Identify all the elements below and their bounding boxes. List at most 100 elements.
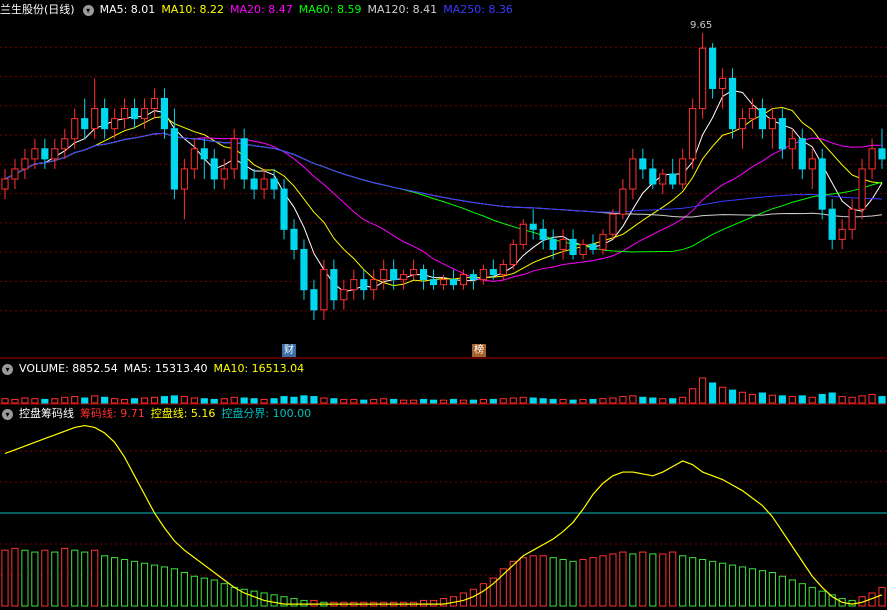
control-bar bbox=[758, 570, 767, 607]
control-bar bbox=[479, 583, 487, 607]
chip-line-label: 筹码线: 9.71 bbox=[80, 407, 145, 420]
volume-bar bbox=[609, 397, 617, 404]
volume-bar bbox=[559, 398, 567, 404]
ma120-line bbox=[4, 132, 883, 218]
candle-body bbox=[778, 118, 786, 150]
control-bar bbox=[788, 579, 796, 607]
control-bar bbox=[778, 575, 786, 607]
control-bar bbox=[429, 599, 438, 607]
stock-name[interactable]: 兰生股份(日线) bbox=[0, 2, 75, 18]
ma250-line bbox=[4, 132, 883, 213]
control-bar bbox=[310, 599, 318, 607]
ma-toggle-icon[interactable]: ▾ bbox=[82, 4, 94, 16]
ma20-line bbox=[4, 132, 883, 282]
volume-bar bbox=[449, 398, 458, 404]
control-bar bbox=[31, 551, 39, 607]
volume-bar bbox=[91, 395, 99, 404]
candle-body bbox=[509, 243, 517, 266]
candle-body bbox=[439, 279, 448, 286]
control-bar bbox=[439, 598, 448, 607]
volume-toggle-icon[interactable]: ▾ bbox=[2, 363, 13, 375]
candle-body bbox=[340, 289, 348, 301]
candle-body bbox=[140, 108, 149, 120]
candle-body bbox=[91, 108, 99, 130]
candle-body bbox=[11, 168, 19, 180]
candle-body bbox=[559, 238, 567, 250]
candle-body bbox=[519, 223, 527, 245]
control-bar bbox=[619, 551, 627, 607]
control-bar bbox=[170, 568, 178, 607]
control-bar bbox=[290, 598, 298, 607]
control-bar bbox=[101, 555, 109, 607]
volume-bar bbox=[439, 399, 448, 404]
candle-body bbox=[609, 213, 617, 235]
candle-body bbox=[619, 188, 627, 215]
control-bar bbox=[210, 579, 218, 607]
control-bar bbox=[1, 549, 9, 607]
volume-bar bbox=[758, 392, 767, 404]
candle-body bbox=[290, 228, 298, 250]
indicator-toggle-icon[interactable]: ▾ bbox=[2, 408, 13, 420]
candle-body bbox=[260, 178, 268, 190]
candle-body bbox=[659, 173, 667, 185]
control-bar bbox=[728, 564, 737, 607]
peak-price-label: 9.65 bbox=[690, 20, 713, 31]
candle-body bbox=[120, 108, 129, 120]
candle-body bbox=[81, 118, 89, 130]
volume-bar bbox=[748, 393, 757, 404]
rank-badge[interactable]: 榜 bbox=[472, 344, 486, 357]
volume-bar bbox=[310, 396, 318, 404]
control-bar bbox=[250, 590, 258, 607]
control-bar bbox=[559, 559, 567, 607]
ma10-line bbox=[4, 107, 883, 287]
volume-bar bbox=[629, 395, 637, 404]
candle-body bbox=[718, 77, 727, 89]
volume-bar bbox=[808, 396, 816, 404]
control-bar bbox=[798, 583, 806, 607]
volume-bar bbox=[419, 398, 428, 404]
control-bar bbox=[91, 549, 99, 607]
volume-bar bbox=[459, 399, 468, 404]
volume-bar bbox=[699, 377, 707, 404]
candle-body bbox=[170, 128, 178, 190]
indicator-title[interactable]: 控盘筹码线 bbox=[19, 406, 74, 422]
control-bar bbox=[120, 559, 129, 607]
candle-body bbox=[629, 158, 637, 190]
volume-bar bbox=[130, 398, 139, 404]
indicator-panel-header: ▾ 控盘筹码线 筹码线: 9.71 控盘线: 5.16 控盘分界: 100.00 bbox=[0, 406, 317, 422]
volume-bar bbox=[469, 399, 477, 404]
ma60-label: MA60: 8.59 bbox=[298, 3, 362, 16]
volume-bar bbox=[838, 396, 846, 404]
candle-body bbox=[380, 269, 388, 281]
finance-badge[interactable]: 财 bbox=[282, 344, 296, 357]
candle-body bbox=[111, 118, 119, 130]
control-bar bbox=[808, 586, 816, 607]
candle-body bbox=[828, 208, 836, 240]
control-bar bbox=[529, 555, 537, 607]
control-bar bbox=[419, 599, 428, 607]
volume-bar bbox=[689, 388, 697, 404]
candle-body bbox=[230, 138, 238, 170]
volume-bar bbox=[220, 398, 228, 404]
candle-body bbox=[51, 148, 59, 160]
volume-bar bbox=[180, 396, 188, 404]
main-panel-header: 兰生股份(日线) ▾ MA5: 8.01 MA10: 8.22 MA20: 8.… bbox=[0, 2, 519, 18]
volume-bar bbox=[400, 399, 408, 404]
candle-body bbox=[689, 108, 697, 160]
volume-bar bbox=[250, 398, 258, 404]
control-bar bbox=[509, 560, 517, 607]
volume-bar bbox=[489, 398, 497, 404]
volume-bar bbox=[788, 396, 796, 404]
volume-bar bbox=[579, 398, 587, 404]
volume-bar bbox=[150, 396, 159, 404]
volume-bar bbox=[260, 398, 268, 404]
control-bar bbox=[669, 551, 677, 607]
volume-bar bbox=[619, 396, 627, 404]
control-bar bbox=[549, 557, 557, 607]
candle-body bbox=[728, 77, 737, 130]
kline-chart-canvas[interactable] bbox=[0, 0, 887, 610]
candle-body bbox=[449, 279, 458, 286]
volume-bar bbox=[639, 396, 647, 404]
candle-body bbox=[738, 118, 747, 130]
volume-bar bbox=[529, 397, 537, 404]
